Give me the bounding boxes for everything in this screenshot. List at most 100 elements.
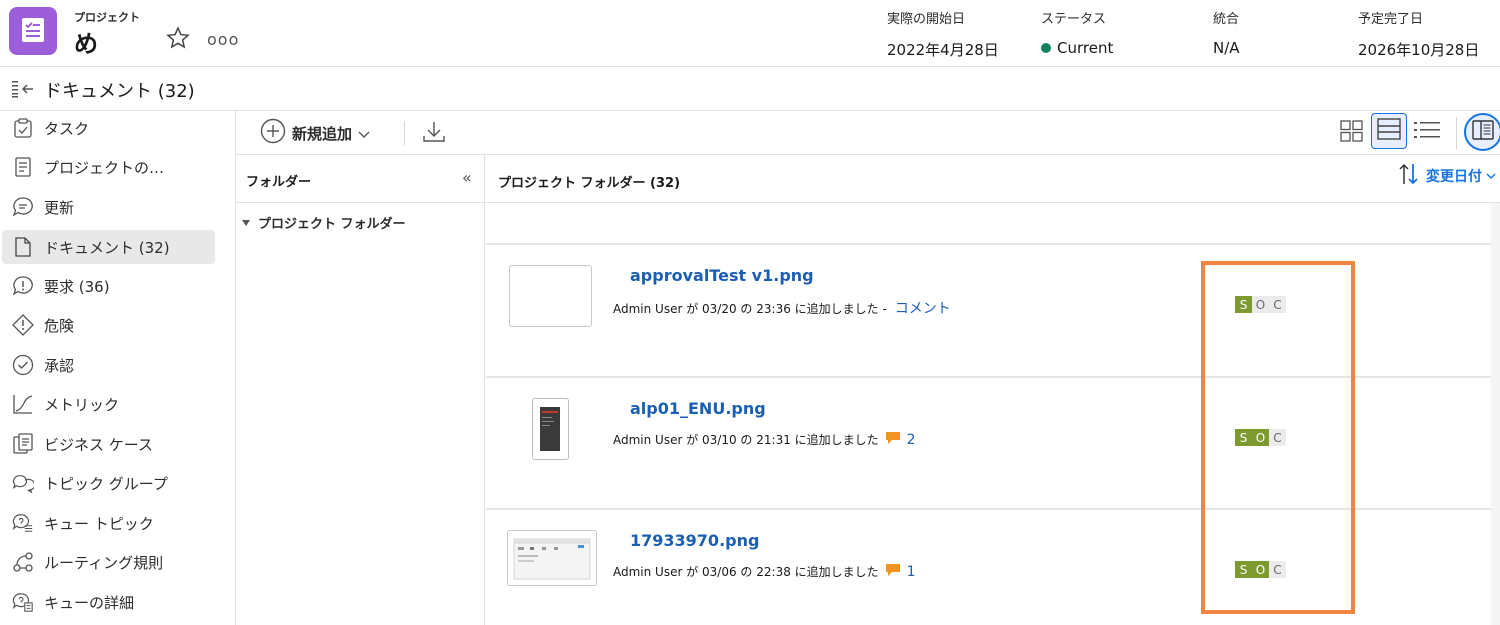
document-list-title: プロジェクト フォルダー (32): [498, 176, 681, 191]
sort-label: 変更日付: [1426, 169, 1482, 185]
page-titlebar: ドキュメント (32): [0, 67, 1500, 111]
sidebar-item-topic-groups[interactable]: トピック グループ: [2, 466, 215, 500]
sidebar-item-label: 承認: [44, 356, 75, 375]
folder-tree-root[interactable]: プロジェクト フォルダー: [242, 213, 406, 232]
sidebar-item-requests[interactable]: 要求 (36): [2, 269, 215, 303]
folder-panel-header: フォルダー «: [236, 155, 485, 203]
thumbnail-preview-icon: [513, 538, 591, 580]
sidebar: タスク プロジェクトの… 更新 ドキュメント (32) 要求 (36) 危険 承…: [0, 111, 236, 625]
card-view-icon: [1377, 118, 1401, 144]
collapse-nav-icon[interactable]: [12, 80, 36, 102]
document-name-link[interactable]: alp01_ENU.png: [630, 399, 766, 418]
collapse-panel-icon[interactable]: «: [462, 168, 472, 187]
project-header: プロジェクト め ooo 実際の開始日 2022年4月28日 ステータス Cur…: [0, 0, 1500, 67]
sidebar-item-approvals[interactable]: 承認: [2, 348, 215, 382]
sidebar-item-updates[interactable]: 更新: [2, 190, 215, 224]
comment-count[interactable]: 2: [907, 432, 916, 448]
plus-circle-icon: [260, 118, 286, 148]
meta-value: N/A: [1213, 39, 1240, 57]
sidebar-item-risks[interactable]: 危険: [2, 308, 215, 342]
queue-details-icon: [12, 591, 34, 613]
sort-button[interactable]: 変更日付: [1398, 162, 1496, 190]
page-title: ドキュメント (32): [44, 81, 195, 102]
list-view-icon[interactable]: [1414, 120, 1440, 144]
document-added-text: Admin User が 03/06 の 22:38 に追加しました: [613, 565, 879, 579]
document-thumbnail[interactable]: [532, 398, 569, 460]
business-case-icon: [12, 433, 34, 455]
caret-down-icon: [242, 219, 250, 226]
project-name: め: [74, 30, 98, 58]
scrollbar[interactable]: [1491, 203, 1500, 625]
download-icon[interactable]: [422, 120, 446, 148]
document-name-link[interactable]: 17933970.png: [630, 531, 759, 550]
card-view-button[interactable]: [1371, 113, 1407, 149]
document-list-header: プロジェクト フォルダー (32) 変更日付: [486, 155, 1500, 203]
toolbar-divider: [1456, 117, 1457, 149]
meta-label: 統合: [1213, 12, 1240, 27]
thumbnail-preview-icon: [540, 407, 560, 451]
sidebar-item-label: ドキュメント (32): [44, 238, 170, 257]
highlight-box: [1201, 261, 1355, 614]
sidebar-item-metrics[interactable]: メトリック: [2, 387, 215, 421]
document-icon: [12, 236, 34, 258]
document-thumbnail[interactable]: [507, 530, 597, 586]
sidebar-item-label: ルーティング規則: [44, 553, 164, 572]
sidebar-item-routing-rules[interactable]: ルーティング規則: [2, 545, 215, 579]
sidebar-item-label: トピック グループ: [44, 474, 168, 493]
chevron-down-icon: [1486, 168, 1496, 184]
document-lines-icon: [12, 156, 34, 178]
sidebar-item-queue-details[interactable]: キューの詳細: [2, 585, 215, 619]
meta-value: 2022年4月28日: [887, 41, 999, 59]
meta-label: 予定完了日: [1358, 12, 1424, 27]
sidebar-item-queue-topics[interactable]: キュー トピック: [2, 506, 215, 540]
integration: 統合 N/A: [1213, 8, 1240, 57]
actual-start-date: 実際の開始日 2022年4月28日: [887, 8, 999, 60]
comment-link[interactable]: コメント: [895, 298, 951, 318]
add-new-label: 新規追加: [292, 124, 353, 143]
sidebar-item-business-case[interactable]: ビジネス ケース: [2, 427, 215, 461]
folder-panel: フォルダー « プロジェクト フォルダー: [236, 155, 485, 625]
folder-panel-title: フォルダー: [246, 175, 312, 190]
sidebar-item-label: 危険: [44, 316, 75, 335]
planned-completion-date: 予定完了日 2026年10月28日: [1358, 8, 1479, 60]
document-added-text: Admin User が 03/10 の 21:31 に追加しました: [613, 433, 879, 447]
sidebar-item-documents[interactable]: ドキュメント (32): [2, 230, 215, 264]
meta-value: Current: [1041, 39, 1113, 57]
chevron-down-icon: [358, 124, 370, 143]
chat-bubble-icon: [12, 196, 34, 218]
sidebar-item-label: メトリック: [44, 395, 120, 414]
grid-view-icon[interactable]: [1340, 120, 1364, 146]
topic-group-icon: [12, 472, 34, 494]
checkmark-circle-icon: [12, 354, 34, 376]
comment-count[interactable]: 1: [907, 564, 916, 580]
status-text: Current: [1057, 39, 1114, 57]
sidebar-item-label: 更新: [44, 198, 75, 217]
meta-value: 2026年10月28日: [1358, 41, 1480, 59]
sidebar-item-label: キューの詳細: [44, 593, 135, 612]
routing-icon: [12, 551, 34, 573]
document-thumbnail[interactable]: [509, 265, 592, 327]
sidebar-item-label: ビジネス ケース: [44, 435, 154, 454]
line-chart-icon: [12, 393, 34, 415]
queue-topic-icon: [12, 512, 34, 534]
sidebar-item-project-overview[interactable]: プロジェクトの…: [2, 150, 215, 184]
side-panel-icon: [1472, 120, 1494, 144]
alert-diamond-icon: [12, 314, 34, 336]
clipboard-check-icon: [12, 117, 34, 139]
sidebar-item-label: キュー トピック: [44, 514, 154, 533]
document-added-text: Admin User が 03/20 の 23:36 に追加しました -: [613, 301, 887, 316]
details-panel-button[interactable]: [1464, 113, 1500, 151]
add-new-button[interactable]: 新規追加: [260, 118, 370, 148]
sidebar-item-label: 要求 (36): [44, 277, 110, 296]
sidebar-item-tasks[interactable]: タスク: [2, 111, 215, 145]
star-icon[interactable]: [166, 26, 190, 54]
document-info: Admin User が 03/20 の 23:36 に追加しました - コメン…: [613, 298, 951, 318]
folder-root-label: プロジェクト フォルダー: [258, 217, 406, 232]
status-dot-icon: [1041, 43, 1051, 53]
document-name-link[interactable]: approvalTest v1.png: [630, 266, 814, 285]
more-options-icon[interactable]: ooo: [207, 30, 239, 49]
project-icon: [9, 7, 57, 55]
sidebar-item-label: プロジェクトの…: [44, 158, 165, 177]
meta-label: 実際の開始日: [887, 12, 966, 27]
meta-label: ステータス: [1041, 12, 1107, 27]
